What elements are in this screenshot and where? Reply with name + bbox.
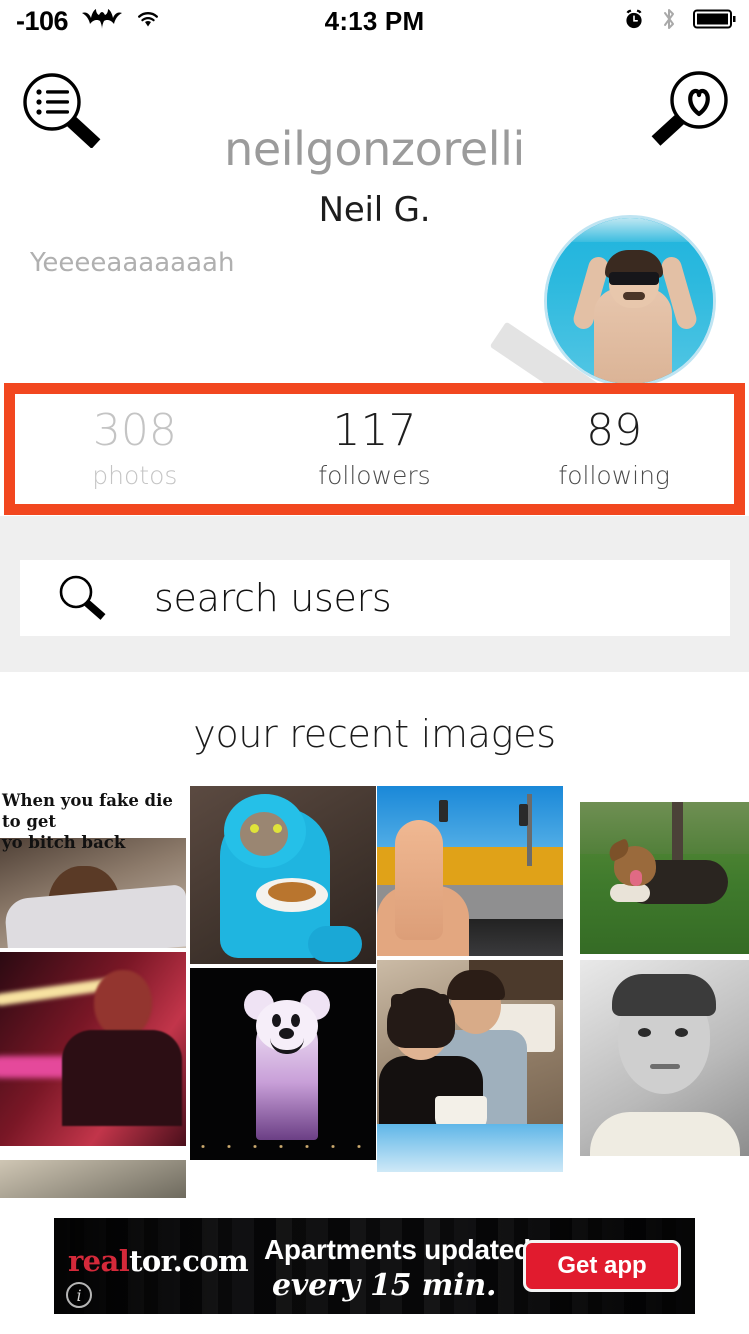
grid-item-bw-selfie[interactable] (580, 960, 749, 1156)
grid-column-1: When you fake die to get yo bitch back (0, 786, 186, 1198)
stats-row: 308 photos 117 followers 89 following (15, 394, 734, 504)
avatar[interactable] (544, 215, 716, 387)
search-section: search users (0, 516, 749, 672)
stats-bar-highlighted: 308 photos 117 followers 89 following (4, 383, 745, 515)
grid-item-street-finger[interactable] (377, 786, 563, 956)
photo-shirt (590, 1112, 740, 1156)
photo-backwards-cap (612, 974, 716, 1016)
photo-cat-eye-left (250, 824, 259, 833)
photo-eye-right (675, 1028, 688, 1037)
page-title: neilgonzorelli (224, 122, 525, 176)
avatar-water-surface (547, 218, 713, 242)
photo-eye-left (638, 1028, 651, 1037)
grid-item-meme-fake-die[interactable]: When you fake die to get yo bitch back (0, 786, 186, 948)
photo-eye-right (291, 1014, 300, 1027)
stat-followers-value: 117 (332, 405, 417, 457)
photo-dog-tongue (630, 870, 642, 886)
app-root: -106 4:13 PM neilgonzorelli Neil G. Yeee… (0, 0, 749, 1334)
search-icon (54, 570, 110, 626)
grid-item-mickey-fountain[interactable] (190, 968, 376, 1160)
stat-photos[interactable]: 308 photos (15, 394, 255, 504)
grid-column-4 (580, 786, 749, 1156)
photo-dog-chest (610, 884, 650, 902)
meme-caption: When you fake die to get yo bitch back (0, 786, 186, 852)
photo-city-lights (190, 1145, 376, 1148)
stat-following-label: following (558, 460, 670, 490)
stat-followers[interactable]: 117 followers (255, 394, 495, 504)
photo-background (0, 1160, 186, 1198)
photo-cookies (268, 882, 316, 902)
grid-item-blurry-night-red[interactable] (0, 952, 186, 1146)
ad-brand-suffix: tor.com (129, 1244, 249, 1278)
ad-brand-logo: realtor.com (68, 1244, 249, 1278)
status-bar: -106 4:13 PM (0, 0, 749, 42)
ad-headline-2: every 15 min. (272, 1268, 497, 1303)
stat-photos-value: 308 (92, 405, 177, 457)
avatar-sunglasses (609, 272, 659, 285)
photo-eye-left (272, 1014, 281, 1027)
stat-followers-label: followers (318, 460, 431, 490)
get-app-button[interactable]: Get app (523, 1240, 681, 1292)
stat-following[interactable]: 89 following (494, 394, 734, 504)
bluetooth-icon (661, 7, 677, 36)
photo-body (0, 838, 186, 948)
meme-caption-text: When you fake die to get yo bitch back (2, 791, 173, 853)
photo-face (94, 970, 152, 1038)
grid-item-partial-bottom-1[interactable] (0, 1160, 186, 1198)
recent-images-title: your recent images (193, 712, 556, 756)
grid-item-couple-kitchen[interactable] (377, 960, 563, 1172)
clock-time: 4:13 PM (324, 5, 425, 36)
grid-column-2 (190, 786, 376, 1160)
profile-bio: Yeeeeaaaaaaah (30, 248, 235, 278)
recent-images-grid: When you fake die to get yo bitch back (0, 786, 749, 1202)
grid-item-cat-in-onesie[interactable] (190, 786, 376, 964)
photo-woman-bangs (391, 994, 449, 1012)
alarm-clock-icon (623, 8, 645, 35)
get-app-label: Get app (557, 1252, 647, 1279)
stat-following-value: 89 (586, 405, 643, 457)
profile-header: neilgonzorelli Neil G. Yeeeeaaaaaaah (0, 42, 749, 431)
stat-photos-label: photos (92, 460, 178, 490)
info-icon[interactable]: i (66, 1282, 92, 1308)
grid-item-dog-on-grass[interactable] (580, 802, 749, 954)
photo-blanket (3, 884, 186, 948)
ad-headline-1: Apartments updated (264, 1234, 531, 1265)
photo-mouth (650, 1064, 680, 1069)
battery-full-icon (693, 8, 737, 35)
avatar-container[interactable] (489, 207, 740, 431)
photo-traffic-light-1 (439, 800, 448, 822)
search-input-value: search users (154, 576, 392, 620)
ad-brand-prefix: real (68, 1244, 130, 1278)
photo-cat-eye-right (273, 824, 282, 833)
photo-tree-trunk (672, 802, 683, 866)
ad-banner[interactable]: realtor.com Apartments updated every 15 … (54, 1218, 695, 1314)
photo-cat-face (240, 812, 288, 856)
search-input[interactable]: search users (20, 560, 730, 636)
avatar-mustache (623, 292, 645, 300)
photo-onesie-foot (308, 926, 362, 962)
photo-sky-strip (377, 1124, 563, 1172)
photo-trees (580, 802, 749, 854)
grid-column-3 (377, 786, 563, 1172)
photo-body (62, 1030, 182, 1126)
status-bar-right (623, 0, 737, 42)
photo-finger (395, 820, 443, 940)
photo-traffic-light-2 (519, 804, 528, 826)
